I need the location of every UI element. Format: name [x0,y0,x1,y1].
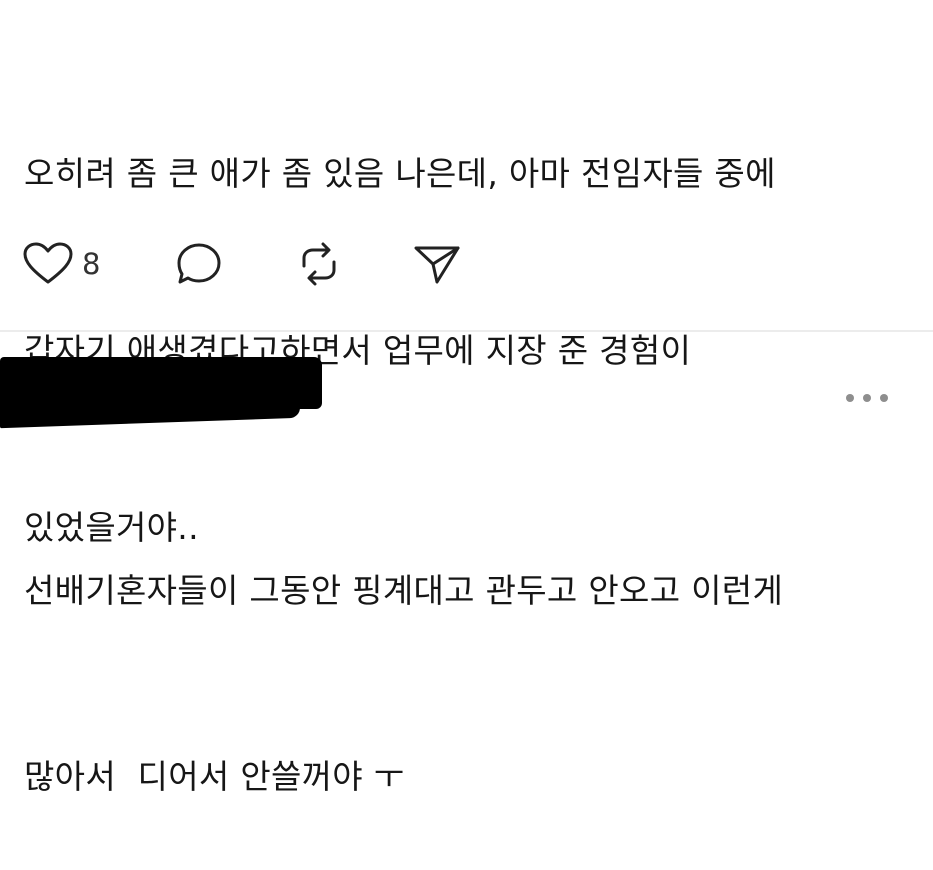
like-count: 8 [82,247,101,281]
repost-icon [294,240,344,288]
send-icon [412,240,464,288]
post-action-bar: 8 [22,237,522,291]
like-button[interactable]: 8 [22,237,100,291]
heart-icon [22,242,74,286]
more-horizontal-icon [846,394,854,402]
share-button[interactable] [412,237,464,291]
reply-body-line: 많아서 디어서 안쓸꺼야 ㅜ [24,757,405,796]
comment-icon [174,240,224,288]
reply-body-line: 선배기혼자들이 그동안 핑계대고 관두고 안오고 이런게 [24,571,784,610]
divider [0,330,933,332]
comment-button[interactable] [174,237,224,291]
more-options-button[interactable] [840,386,894,410]
reply-body: 선배기혼자들이 그동안 핑계대고 관두고 안오고 이런게 많아서 디어서 안쓸꺼… [24,436,914,870]
post-body-line: 오히려 좀 큰 애가 좀 있음 나은데, 아마 전임자들 중에 [24,154,776,193]
post-meta-cutoff [22,0,422,4]
repost-button[interactable] [294,237,344,291]
redacted-author [0,357,322,429]
